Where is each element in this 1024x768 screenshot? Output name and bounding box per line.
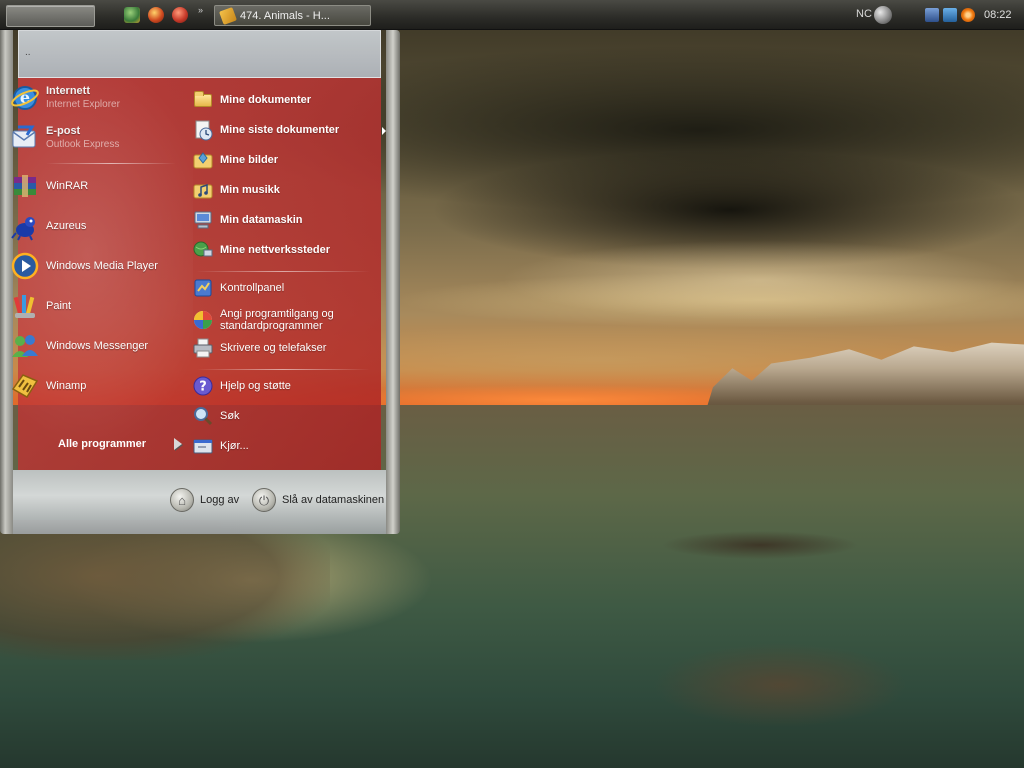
program-access-label-line1: Angi programtilgang og <box>220 308 334 320</box>
run-label: Kjør... <box>220 440 249 452</box>
program-media-player[interactable]: Windows Media Player <box>10 248 185 284</box>
left-column-separator <box>46 163 176 164</box>
winamp-task-icon <box>219 6 237 25</box>
program-access-icon <box>192 309 214 331</box>
program-access-label: Angi programtilgang og standardprogramme… <box>220 308 334 332</box>
right-column-separator-2 <box>196 369 370 370</box>
program-access-label-line2: standardprogrammer <box>220 320 323 332</box>
search-label: Søk <box>220 410 240 422</box>
program-azureus[interactable]: Azureus <box>10 208 185 244</box>
wallpaper-shore <box>0 520 330 660</box>
printers-icon <box>192 337 214 359</box>
log-off-label: Logg av <box>200 494 240 506</box>
taskbar: » 474. Animals - H... NC 08:22 <box>0 0 1024 30</box>
right-column-separator-1 <box>196 271 370 272</box>
all-programs-button[interactable]: Alle programmer <box>58 438 183 450</box>
my-music-icon <box>192 179 214 201</box>
place-network-places[interactable]: Mine nettverkssteder <box>192 237 380 263</box>
help-item[interactable]: ? Hjelp og støtte <box>192 373 380 399</box>
run-item[interactable]: Kjør... <box>192 433 380 459</box>
outlook-express-icon <box>10 123 40 153</box>
pinned-internet-subtitle: Internet Explorer <box>46 99 120 110</box>
program-messenger-label: Windows Messenger <box>46 339 149 352</box>
log-off-button[interactable]: ⌂ Logg av <box>170 488 239 512</box>
quick-launch-expand-icon[interactable]: » <box>198 5 203 15</box>
recent-documents-icon <box>192 119 214 141</box>
program-paint-label: Paint <box>46 299 72 312</box>
pinned-email[interactable]: E-post Outlook Express <box>10 120 185 156</box>
start-menu: .. e Internett Internet Explorer E-post … <box>0 30 400 534</box>
help-label: Hjelp og støtte <box>220 380 291 392</box>
place-my-documents-label: Mine dokumenter <box>220 94 312 106</box>
quick-launch-firefox-icon[interactable] <box>148 7 164 23</box>
control-panel-label: Kontrollpanel <box>220 282 285 294</box>
pinned-email-subtitle: Outlook Express <box>46 139 120 150</box>
my-pictures-icon <box>192 149 214 171</box>
place-network-places-label: Mine nettverkssteder <box>220 244 331 256</box>
log-off-icon: ⌂ <box>170 488 194 512</box>
clock[interactable]: 08:22 <box>984 9 1012 21</box>
printers-item[interactable]: Skrivere og telefakser <box>192 335 380 361</box>
place-my-computer-label: Min datamaskin <box>220 214 303 226</box>
tray-monitor-icon[interactable] <box>943 8 957 22</box>
start-menu-frame-right <box>386 30 400 534</box>
program-winamp[interactable]: Winamp <box>10 368 185 404</box>
pinned-internet[interactable]: e Internett Internet Explorer <box>10 80 185 116</box>
place-my-music-label: Min musikk <box>220 184 280 196</box>
search-icon <box>192 405 214 427</box>
help-icon: ? <box>192 375 214 397</box>
network-places-icon <box>192 239 214 261</box>
place-my-pictures[interactable]: Mine bilder <box>192 147 380 173</box>
tray-orange-icon[interactable] <box>961 8 975 22</box>
my-computer-icon <box>192 209 214 231</box>
program-winrar[interactable]: WinRAR <box>10 168 185 204</box>
paint-icon <box>10 291 40 321</box>
all-programs-label: Alle programmer <box>58 438 147 450</box>
program-messenger[interactable]: Windows Messenger <box>10 328 185 364</box>
place-my-documents[interactable]: Mine dokumenter <box>192 87 380 113</box>
svg-text:?: ? <box>199 380 207 395</box>
wallpaper-light-cloud <box>500 240 1020 320</box>
pinned-internet-title: Internett <box>46 85 90 97</box>
quick-launch-desktop-icon[interactable] <box>124 7 140 23</box>
control-panel-icon <box>192 277 214 299</box>
all-programs-arrow-icon <box>174 438 183 450</box>
media-player-icon <box>10 251 40 281</box>
program-paint[interactable]: Paint <box>10 288 185 324</box>
winamp-icon <box>10 371 40 401</box>
recent-documents-submenu-arrow-icon <box>382 127 386 135</box>
program-azureus-label: Azureus <box>46 219 87 232</box>
printers-label: Skrivere og telefakser <box>220 342 327 354</box>
user-name: .. <box>25 47 31 58</box>
my-documents-icon <box>192 89 214 111</box>
place-my-pictures-label: Mine bilder <box>220 154 279 166</box>
place-my-computer[interactable]: Min datamaskin <box>192 207 380 233</box>
internet-explorer-icon: e <box>10 83 40 113</box>
shutdown-label: Slå av datamaskinen <box>282 494 385 506</box>
taskbar-window-button[interactable]: 474. Animals - H... <box>214 5 371 26</box>
program-media-player-label: Windows Media Player <box>46 259 158 272</box>
start-button[interactable] <box>6 5 95 27</box>
pinned-email-title: E-post <box>46 125 81 137</box>
messenger-icon <box>10 331 40 361</box>
tray-globe-icon[interactable] <box>874 6 892 24</box>
quick-launch-thunderbird-icon[interactable] <box>172 7 188 23</box>
language-indicator[interactable]: NC <box>856 8 872 20</box>
place-my-music[interactable]: Min musikk <box>192 177 380 203</box>
search-item[interactable]: Søk <box>192 403 380 429</box>
run-icon <box>192 435 214 457</box>
place-recent-documents-label: Mine siste dokumenter <box>220 124 340 136</box>
program-access-item[interactable]: Angi programtilgang og standardprogramme… <box>192 305 380 335</box>
program-winamp-label: Winamp <box>46 379 87 392</box>
tray-network-icon[interactable] <box>925 8 939 22</box>
azureus-icon <box>10 211 40 241</box>
power-icon: ⏻ <box>252 488 276 512</box>
shutdown-button[interactable]: ⏻ Slå av datamaskinen <box>252 488 384 512</box>
winrar-icon <box>10 171 40 201</box>
program-winrar-label: WinRAR <box>46 179 89 192</box>
start-menu-header: .. <box>18 30 381 78</box>
place-recent-documents[interactable]: Mine siste dokumenter <box>192 117 380 143</box>
taskbar-window-label: 474. Animals - H... <box>240 9 330 22</box>
control-panel-item[interactable]: Kontrollpanel <box>192 275 380 301</box>
